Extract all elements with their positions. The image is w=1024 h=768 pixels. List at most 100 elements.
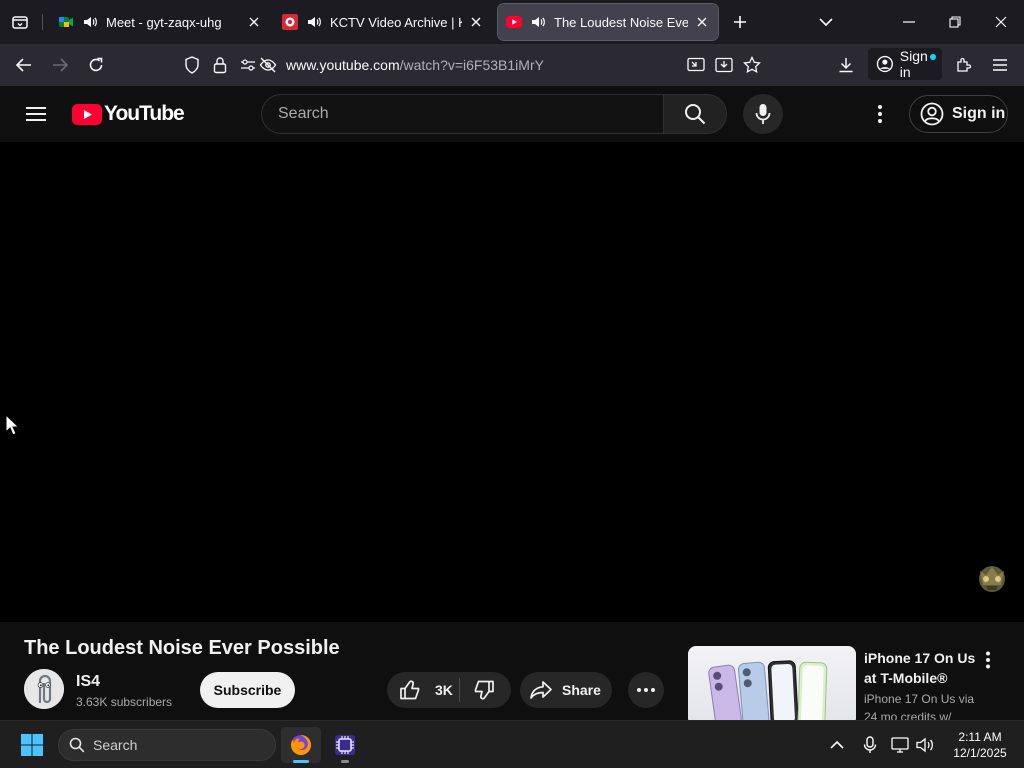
hamburger-icon xyxy=(26,107,46,121)
thumbs-up-icon xyxy=(400,680,420,700)
more-actions-button[interactable] xyxy=(628,672,664,708)
tab-kctv[interactable]: KCTV Video Archive | KCNA xyxy=(274,4,492,40)
tab-close-button[interactable] xyxy=(246,14,262,30)
tab-youtube-active[interactable]: The Loudest Noise Ever Pos xyxy=(497,3,719,41)
start-button[interactable] xyxy=(14,729,50,761)
subscriber-count: 3.63K subscribers xyxy=(76,695,173,709)
search-button[interactable] xyxy=(663,94,727,134)
volume-icon xyxy=(916,737,933,753)
plus-icon xyxy=(734,16,746,28)
shield-icon xyxy=(185,56,199,74)
youtube-masthead: YouTube Sign in xyxy=(0,86,1024,142)
taskbar-clock[interactable]: 2:11 AM 12/1/2025 xyxy=(940,729,1020,761)
kcna-favicon-icon xyxy=(282,14,298,30)
install-app-button[interactable] xyxy=(710,51,738,79)
new-tab-button[interactable] xyxy=(728,8,752,36)
url-domain: www.youtube.com xyxy=(286,57,400,73)
ad-title[interactable]: iPhone 17 On Us at T-Mobile® xyxy=(864,648,984,688)
ad-description: iPhone 17 On Us via 24 mo credits w/ xyxy=(864,692,975,720)
thumbs-down-icon xyxy=(474,680,494,700)
youtube-play-icon xyxy=(72,103,102,125)
camera-blocked-button[interactable] xyxy=(254,51,282,79)
url-path: /watch?v=i6F53B1iMrY xyxy=(399,57,544,73)
show-hidden-icons-button[interactable] xyxy=(825,733,849,757)
search-box xyxy=(261,94,663,134)
like-button[interactable]: 3K xyxy=(387,672,459,708)
extensions-button[interactable] xyxy=(950,51,978,79)
microphone-icon xyxy=(863,736,877,753)
site-security-button[interactable] xyxy=(206,51,234,79)
restore-button[interactable] xyxy=(932,0,978,44)
tracking-protection-button[interactable] xyxy=(178,51,206,79)
url-bar[interactable]: www.youtube.com/watch?v=i6F53B1iMrY xyxy=(286,57,544,73)
running-indicator xyxy=(341,760,349,763)
google-meet-icon xyxy=(59,17,73,27)
downloads-button[interactable] xyxy=(832,51,860,79)
speaker-icon[interactable] xyxy=(530,14,546,30)
firefox-account-button[interactable]: Sign in xyxy=(868,48,942,80)
hamburger-icon xyxy=(993,59,1007,71)
arrow-left-icon xyxy=(16,58,31,72)
youtube-logo[interactable]: YouTube xyxy=(72,102,185,126)
app-menu-button[interactable] xyxy=(986,51,1014,79)
tab-list-button[interactable] xyxy=(6,8,34,36)
microphone-tray-button[interactable] xyxy=(858,733,882,757)
back-button[interactable] xyxy=(10,51,38,79)
reload-icon xyxy=(89,57,103,72)
notification-dot xyxy=(930,54,936,60)
guide-menu-button[interactable] xyxy=(20,100,52,128)
bookmark-button[interactable] xyxy=(738,51,766,79)
minimize-icon xyxy=(903,21,915,23)
video-info-section: The Loudest Noise Ever Possible IS4 3.63… xyxy=(0,622,1024,720)
speaker-icon[interactable] xyxy=(82,14,98,30)
tab-separator xyxy=(42,14,43,30)
forward-button[interactable] xyxy=(46,51,74,79)
channel-avatar[interactable] xyxy=(24,669,64,709)
windows-taskbar: Search 2:11 AM 12/1/2025 xyxy=(0,720,1024,768)
firefox-signin-label: Sign in xyxy=(899,48,928,80)
channel-name[interactable]: IS4 xyxy=(76,673,100,691)
youtube-favicon-icon xyxy=(506,16,522,28)
channel-watermark-icon[interactable] xyxy=(972,557,1012,597)
settings-menu-button[interactable] xyxy=(866,100,894,128)
dislike-button[interactable] xyxy=(460,672,511,708)
list-all-tabs-button[interactable] xyxy=(814,8,838,36)
reader-view-button[interactable] xyxy=(682,51,710,79)
search-icon xyxy=(685,104,706,125)
subscribe-button[interactable]: Subscribe xyxy=(200,672,295,708)
tab-title: The Loudest Noise Ever Pos xyxy=(554,14,688,30)
cpu-app-icon xyxy=(335,735,355,755)
youtube-sign-in-button[interactable]: Sign in xyxy=(909,95,1008,133)
phones-image-icon xyxy=(708,660,828,720)
ad-menu-button[interactable] xyxy=(978,648,998,672)
close-icon xyxy=(249,17,259,27)
minimize-button[interactable] xyxy=(886,0,932,44)
star-icon xyxy=(743,56,761,74)
tab-close-button[interactable] xyxy=(694,14,710,30)
taskbar-app-chip[interactable] xyxy=(325,727,365,763)
microphone-icon xyxy=(755,104,771,124)
taskbar-search[interactable]: Search xyxy=(58,729,276,761)
ad-thumbnail[interactable] xyxy=(688,646,856,720)
search-input[interactable] xyxy=(262,95,663,133)
chevron-down-icon xyxy=(819,18,833,27)
install-icon xyxy=(715,57,733,73)
volume-tray-button[interactable] xyxy=(914,733,938,757)
arrow-right-icon xyxy=(53,58,68,72)
share-button[interactable]: Share xyxy=(520,672,612,708)
share-label: Share xyxy=(562,682,601,698)
voice-search-button[interactable] xyxy=(743,94,783,134)
account-icon xyxy=(876,55,893,73)
close-window-button[interactable] xyxy=(978,0,1024,44)
tab-meet[interactable]: Meet - gyt-zaqx-uhg xyxy=(50,4,270,40)
network-tray-button[interactable] xyxy=(888,733,912,757)
taskbar-firefox[interactable] xyxy=(281,727,321,763)
speaker-icon[interactable] xyxy=(306,14,322,30)
browser-tab-strip: Meet - gyt-zaqx-uhg KCTV Video Archive |… xyxy=(0,0,1024,44)
chevron-up-icon xyxy=(830,740,844,749)
video-player[interactable] xyxy=(0,142,1024,622)
tab-close-button[interactable] xyxy=(468,14,484,30)
reload-button[interactable] xyxy=(82,51,110,79)
more-horizontal-icon xyxy=(637,688,655,692)
close-icon xyxy=(697,17,707,27)
